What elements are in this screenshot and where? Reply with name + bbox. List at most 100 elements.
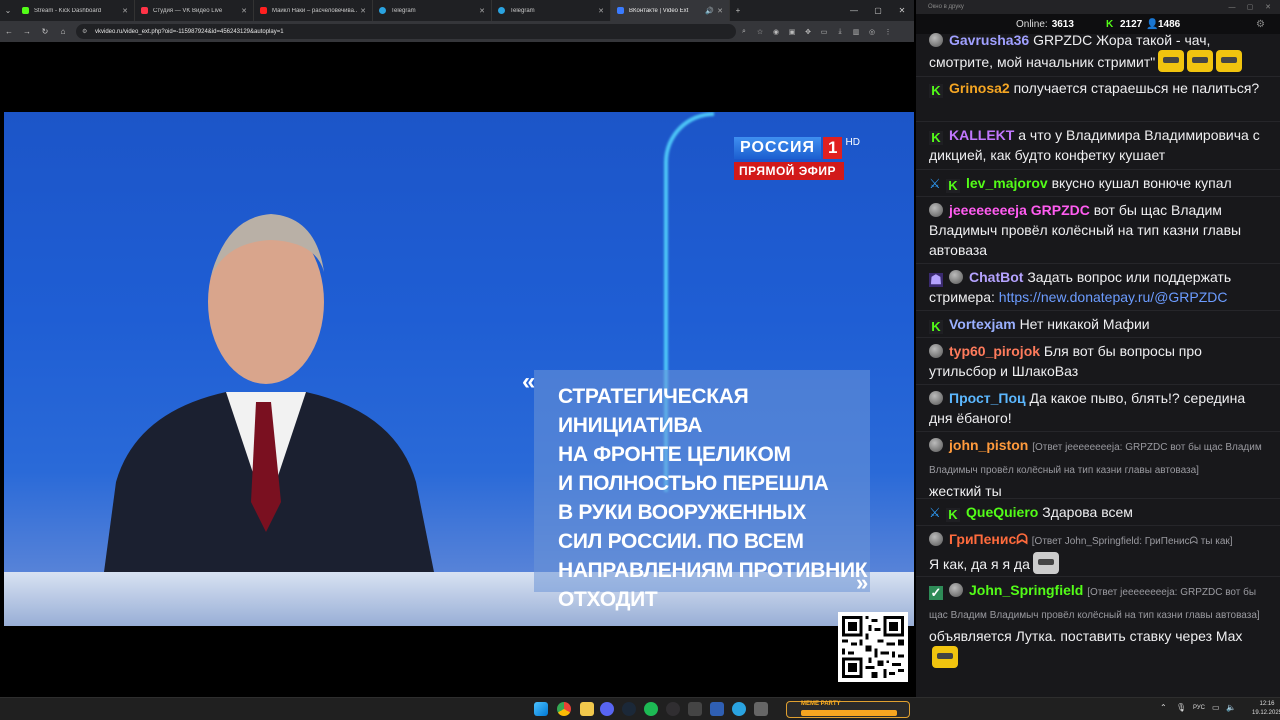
chat-message: john_piston [Ответ jeeeeeeeeja: GRPZDC в… <box>916 435 1280 501</box>
avatar <box>929 532 943 546</box>
tab-kick-dashboard[interactable]: Stream - Kick Dashboard ✕ <box>16 0 135 21</box>
tab-telegram-2[interactable]: Telegram ✕ <box>492 0 611 21</box>
tray-chevron-icon[interactable]: ⌃ <box>1160 703 1167 712</box>
close-tab-icon[interactable]: ✕ <box>479 7 485 15</box>
obs-icon[interactable] <box>666 702 680 716</box>
chat-username[interactable]: Vortexjam <box>949 316 1016 332</box>
chat-message: Прост_Поц Да какое пыво, блять!? середин… <box>916 388 1280 428</box>
close-tab-icon[interactable]: ✕ <box>241 7 247 15</box>
channel-number: 1 <box>823 137 843 159</box>
maximize-icon[interactable]: ▢ <box>1242 0 1258 14</box>
steam-icon[interactable] <box>622 702 636 716</box>
reload-icon[interactable]: ↻ <box>36 21 54 42</box>
bookmark-star-icon[interactable]: ☆ <box>752 21 768 42</box>
app-icon[interactable] <box>754 702 768 716</box>
extension-icon[interactable]: ▣ <box>784 21 800 42</box>
app-icon[interactable] <box>688 702 702 716</box>
chat-panel: Окно в друку — ▢ ✕ Online: 3613 K 2127 👤 … <box>916 0 1280 697</box>
close-tab-icon[interactable]: ✕ <box>122 7 128 15</box>
close-window-icon[interactable]: ✕ <box>890 0 914 21</box>
telegram-favicon-icon <box>379 7 386 14</box>
back-icon[interactable]: ← <box>0 21 18 42</box>
microphone-icon[interactable]: 🎙 <box>1176 703 1186 712</box>
chat-window-titlebar: Окно в друку — ▢ ✕ <box>916 0 1280 14</box>
discord-icon[interactable] <box>600 702 614 716</box>
meme-party-widget[interactable]: MEME PARTY <box>786 701 910 718</box>
new-tab-button[interactable]: + <box>730 0 746 21</box>
telegram-icon[interactable] <box>732 702 746 716</box>
windows-start-icon[interactable] <box>534 702 548 716</box>
tab-title: Telegram <box>510 7 535 14</box>
avatar <box>929 33 943 47</box>
tab-title: Студия — VK Видео Live <box>153 7 223 14</box>
chat-username[interactable]: John_Springfield <box>969 582 1083 598</box>
close-window-icon[interactable]: ✕ <box>1260 0 1276 14</box>
extension-icon[interactable]: ◉ <box>768 21 784 42</box>
menu-dots-icon[interactable]: ⋮ <box>880 21 896 42</box>
extensions-puzzle-icon[interactable]: ✥ <box>800 21 816 42</box>
chat-username[interactable]: ГриПенисᗣ <box>949 531 1028 547</box>
close-tab-icon[interactable]: ✕ <box>717 7 723 15</box>
live-badge: ПРЯМОЙ ЭФИР <box>734 162 844 180</box>
kick-badge-icon: K <box>929 84 943 98</box>
volume-icon[interactable]: 🔈 <box>1226 703 1236 712</box>
minimize-icon[interactable]: — <box>1224 0 1240 14</box>
chat-username[interactable]: Прост_Поц <box>949 390 1026 406</box>
emote-icon <box>1187 50 1214 72</box>
tab-title: Telegram <box>391 7 416 14</box>
chat-text: вкусно кушал вонюче купал <box>1051 175 1232 191</box>
minimize-icon[interactable]: — <box>842 0 866 21</box>
chat-username[interactable]: KALLEKT <box>949 127 1014 143</box>
tab-menu-icon[interactable]: ⌄ <box>0 0 16 21</box>
home-icon[interactable]: ⌂ <box>54 21 72 42</box>
spotify-icon[interactable] <box>644 702 658 716</box>
chat-message: ГриПенисᗣ [Ответ John_Springfield: ГриПе… <box>916 529 1280 574</box>
url-field[interactable]: ⚙ vkvideo.ru/video_ext.php?oid=-115987924… <box>76 24 736 39</box>
app-icon[interactable] <box>710 702 724 716</box>
profile-icon[interactable]: ◎ <box>864 21 880 42</box>
taskbar: MEME PARTY ⌃ 🎙 РУС ▭ 🔈 12:16 19.12.2025 <box>0 697 1280 720</box>
clock[interactable]: 12:16 19.12.2025 <box>1252 700 1280 718</box>
zoom-icon[interactable]: ⌕ <box>736 21 752 42</box>
chat-username[interactable]: jeeeeeeeeja <box>949 202 1027 218</box>
file-explorer-icon[interactable] <box>580 702 594 716</box>
chat-username[interactable]: lev_majorov <box>966 175 1048 191</box>
tab-youtube[interactable]: Майкл Наки – расчеловечива... ✕ <box>254 0 373 21</box>
sidebar-icon[interactable]: ▥ <box>848 21 864 42</box>
settings-gear-icon[interactable]: ⚙ <box>1256 19 1265 30</box>
site-info-icon[interactable]: ⚙ <box>82 28 90 35</box>
vk-favicon-icon <box>617 7 624 14</box>
chat-username[interactable]: john_piston <box>949 437 1028 453</box>
donate-link[interactable]: https://new.donatepay.ru/@GRPZDC <box>999 289 1228 305</box>
downloads-icon[interactable]: ⤓ <box>832 21 848 42</box>
chat-text: жесткий ты <box>929 483 1002 499</box>
maximize-icon[interactable]: ▢ <box>866 0 890 21</box>
tab-telegram-1[interactable]: Telegram ✕ <box>373 0 492 21</box>
tab-vk-studio[interactable]: Студия — VK Видео Live ✕ <box>135 0 254 21</box>
chat-username[interactable]: Grinosa2 <box>949 80 1010 96</box>
chat-message: K Vortexjam Нет никакой Мафии <box>916 314 1280 334</box>
close-tab-icon[interactable]: ✕ <box>598 7 604 15</box>
forward-icon[interactable]: → <box>18 21 36 42</box>
chat-message: jeeeeeeeeja GRPZDC вот бы щас Владим Вла… <box>916 200 1280 260</box>
chat-window-title: Окно в друку <box>928 4 964 10</box>
chat-username[interactable]: QueQuiero <box>966 504 1038 520</box>
language-indicator[interactable]: РУС <box>1193 705 1205 711</box>
chat-username[interactable]: Gavrusha36 <box>949 32 1029 48</box>
bot-badge-icon: ☗ <box>929 272 943 287</box>
close-tab-icon[interactable]: ✕ <box>360 7 366 15</box>
sword-badge-icon: ⚔ <box>929 505 941 520</box>
url-text: vkvideo.ru/video_ext.php?oid=-115987924&… <box>95 28 284 35</box>
network-icon[interactable]: ▭ <box>1212 703 1220 712</box>
chrome-icon[interactable] <box>557 702 571 716</box>
caption-line: И ПОЛНОСТЬЮ ПЕРЕШЛА <box>558 472 829 495</box>
chat-username[interactable]: ChatBot <box>969 269 1023 285</box>
chat-text: Здарова всем <box>1042 504 1133 520</box>
avatar <box>929 391 943 405</box>
tab-search-icon[interactable]: ▭ <box>816 21 832 42</box>
speaker-icon[interactable]: 🔊 <box>705 7 714 15</box>
chat-username[interactable]: typ60_pirojok <box>949 343 1040 359</box>
hd-label: HD <box>845 137 860 148</box>
tab-vk-video-ext[interactable]: ВКонтакте | Video Ext 🔊 ✕ <box>611 0 730 21</box>
caption-line: НА ФРОНТЕ ЦЕЛИКОМ <box>558 443 791 466</box>
